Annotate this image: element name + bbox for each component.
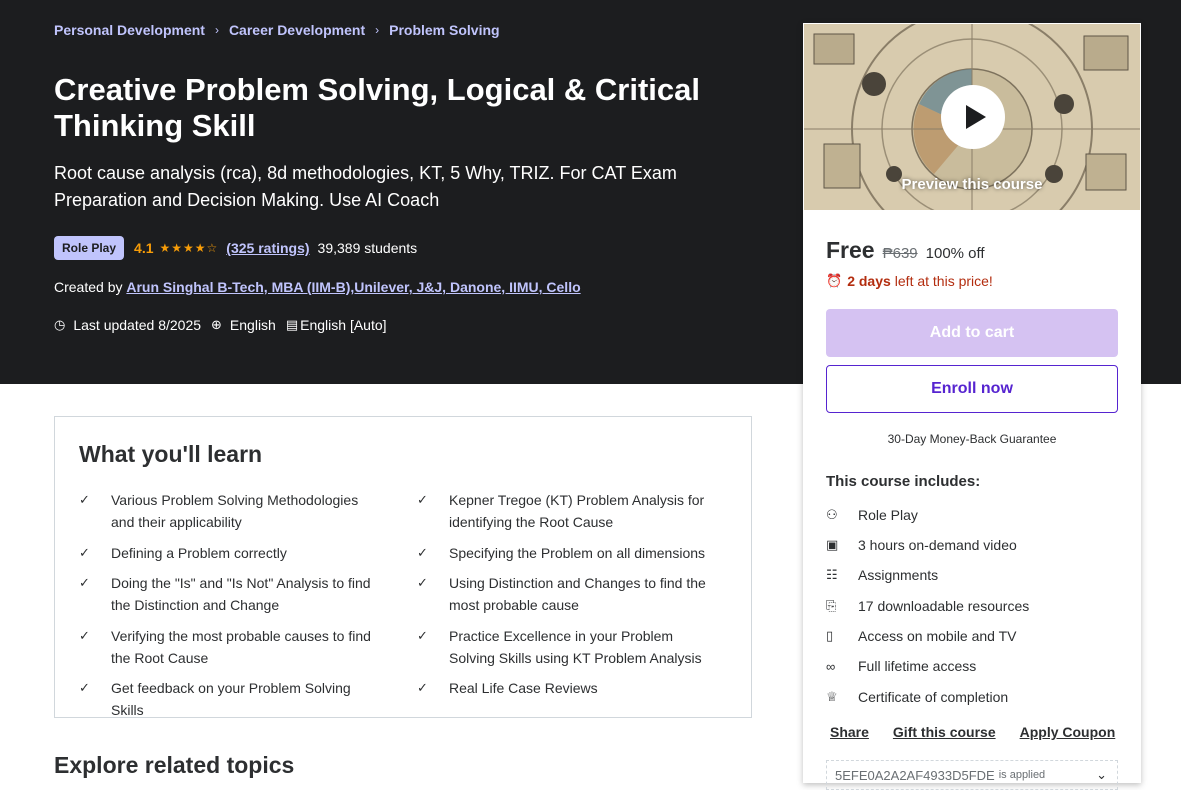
captions-text: English [Auto] [300, 317, 387, 333]
check-icon: ✓ [79, 575, 90, 590]
what-youll-learn: What you'll learn ✓ Various Problem Solv… [54, 416, 752, 718]
created-by-label: Created by [54, 279, 123, 295]
price-row: Free ₱639 100% off [826, 237, 985, 264]
play-icon [965, 105, 986, 129]
timer-text: left at this price! [894, 273, 993, 289]
include-item-role-play: ⚇ Role Play [826, 507, 918, 523]
ratings-count-link[interactable]: (325 ratings) [226, 240, 309, 256]
include-item-mobile: ▯ Access on mobile and TV [826, 628, 1017, 644]
coupon-applied-text: is applied [998, 769, 1046, 781]
check-icon: ✓ [79, 680, 90, 695]
check-icon: ✓ [417, 492, 428, 507]
closed-captions-icon: ▤ [285, 317, 299, 332]
money-back-guarantee: 30-Day Money-Back Guarantee [887, 432, 1057, 446]
learn-item: ✓ Get feedback on your Problem Solving S… [79, 677, 379, 721]
star-rating-icon: ★★★★☆ [159, 241, 219, 255]
role-play-icon: ⚇ [826, 507, 838, 522]
preview-course-label[interactable]: Preview this course [804, 176, 1140, 193]
check-icon: ✓ [417, 575, 428, 590]
include-item-certificate: ♕ Certificate of completion [826, 689, 1009, 705]
check-icon: ✓ [79, 545, 90, 560]
check-icon: ✓ [79, 628, 90, 643]
learn-title: What you'll learn [79, 441, 263, 467]
check-icon: ✓ [417, 680, 428, 695]
breadcrumb-career-development[interactable]: Career Development [229, 22, 365, 38]
created-by: Created by Arun Singhal B-Tech, MBA (IIM… [54, 279, 581, 295]
language-text: English [229, 317, 276, 333]
discount-percent: 100% off [925, 245, 985, 262]
include-item-video: ▣ 3 hours on-demand video [826, 537, 1017, 553]
enroll-now-button[interactable]: Enroll now [826, 365, 1118, 413]
breadcrumb-problem-solving[interactable]: Problem Solving [389, 22, 499, 38]
course-info-row: ◷ Last updated 8/2025 ⊕ English ▤ Englis… [54, 317, 397, 333]
chevron-right-icon: › [214, 23, 219, 37]
explore-related-topics-title: Explore related topics [54, 752, 295, 778]
rating-value: 4.1 [134, 240, 154, 256]
breadcrumb: Personal Development › Career Developmen… [54, 22, 500, 38]
captions: ▤ English [Auto] [286, 317, 387, 333]
learn-item: ✓ Verifying the most probable causes to … [79, 625, 379, 669]
mobile-icon: ▯ [826, 628, 834, 643]
check-icon: ✓ [79, 492, 90, 507]
trophy-icon: ♕ [826, 689, 838, 704]
card-links-row: Share Gift this course Apply Coupon [830, 724, 1115, 740]
rating-row: Role Play 4.1 ★★★★☆ (325 ratings) 39,389… [54, 236, 417, 260]
price-timer: ⏰ 2 days left at this price! [826, 273, 993, 289]
check-icon: ✓ [417, 545, 428, 560]
timer-days: 2 days [847, 273, 891, 289]
role-play-badge: Role Play [54, 236, 125, 260]
include-item-lifetime: ∞ Full lifetime access [826, 658, 977, 674]
include-item-downloads: ⎘ 17 downloadable resources [826, 598, 1030, 614]
breadcrumb-personal-development[interactable]: Personal Development [54, 22, 205, 38]
share-link[interactable]: Share [830, 724, 869, 740]
course-subtitle: Root cause analysis (rca), 8d methodolog… [54, 163, 677, 210]
author-link[interactable]: Arun Singhal B-Tech, MBA (IIM-B),Unileve… [126, 279, 580, 295]
chevron-down-icon[interactable]: ⌄ [1096, 767, 1107, 783]
chevron-right-icon: › [375, 23, 380, 37]
learn-item: ✓ Using Distinction and Changes to find … [417, 572, 717, 616]
purchase-card: Preview this course Free ₱639 100% off ⏰… [803, 23, 1141, 790]
download-icon: ⎘ [826, 598, 837, 613]
add-to-cart-button[interactable]: Add to cart [826, 309, 1118, 357]
learn-item: ✓ Practice Excellence in your Problem So… [417, 625, 717, 669]
infinity-icon: ∞ [826, 658, 836, 674]
course-title: Creative Problem Solving, Logical & Crit… [54, 72, 701, 143]
applied-coupon[interactable]: 5EFE0A2A2AF4933D5FDE is applied ⌄ [826, 760, 1118, 790]
include-item-assignments: ☷ Assignments [826, 567, 939, 583]
language: ⊕ English [211, 317, 276, 333]
current-price: Free [826, 237, 875, 263]
learn-item: ✓ Specifying the Problem on all dimensio… [417, 542, 717, 564]
last-updated-text: Last updated 8/2025 [73, 317, 202, 333]
learn-item: ✓ Various Problem Solving Methodologies … [79, 489, 379, 533]
gift-course-link[interactable]: Gift this course [893, 724, 996, 740]
coupon-code: 5EFE0A2A2AF4933D5FDE [835, 767, 995, 783]
learn-item: ✓ Kepner Tregoe (KT) Problem Analysis fo… [417, 489, 717, 533]
alert-clock-icon: ◷ [54, 317, 66, 332]
assignment-icon: ☷ [826, 567, 838, 582]
video-icon: ▣ [826, 537, 839, 552]
learn-item: ✓ Doing the "Is" and "Is Not" Analysis t… [79, 572, 379, 616]
check-icon: ✓ [417, 628, 428, 643]
alarm-clock-icon: ⏰ [826, 273, 843, 288]
learn-item: ✓ Real Life Case Reviews [417, 677, 717, 699]
students-count: 39,389 students [317, 240, 418, 256]
course-preview[interactable]: Preview this course [804, 24, 1140, 210]
apply-coupon-link[interactable]: Apply Coupon [1020, 724, 1116, 740]
original-price: ₱639 [882, 245, 918, 262]
last-updated: ◷ Last updated 8/2025 [54, 317, 201, 333]
globe-icon: ⊕ [211, 317, 222, 332]
play-button[interactable] [941, 85, 1005, 149]
includes-title: This course includes: [826, 473, 981, 490]
learn-item: ✓ Defining a Problem correctly [79, 542, 379, 564]
